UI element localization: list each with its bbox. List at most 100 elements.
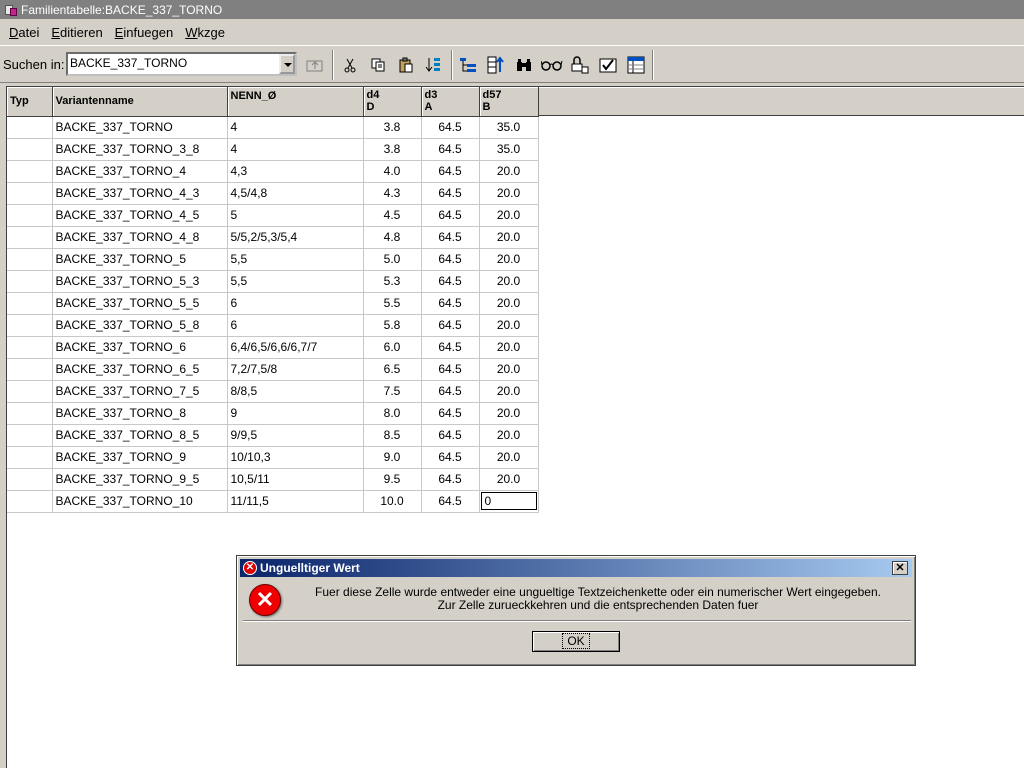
lock-icon[interactable] [568, 54, 592, 76]
cell-d4[interactable]: 6.5 [363, 358, 422, 381]
cell-d57[interactable]: 20.0 [479, 160, 539, 183]
cell-d57[interactable]: 20.0 [479, 468, 539, 491]
column-header-variantenname[interactable]: Variantenname [52, 87, 228, 117]
cell-d3[interactable]: 64.5 [421, 358, 480, 381]
cell-nenn[interactable]: 5/5,2/5,3/5,4 [227, 226, 364, 249]
cell-nenn[interactable]: 6 [227, 292, 364, 315]
ok-button[interactable]: OK [532, 631, 620, 652]
cell-d4[interactable]: 9.5 [363, 468, 422, 491]
cell-d4[interactable]: 9.0 [363, 446, 422, 469]
cell-d3[interactable]: 64.5 [421, 248, 480, 271]
cell-d3[interactable]: 64.5 [421, 402, 480, 425]
cell-editor-input[interactable]: 0 [480, 492, 537, 510]
cell-typ[interactable] [7, 138, 53, 161]
menu-einfuegen[interactable]: Einfuegen [109, 25, 180, 40]
cell-typ[interactable] [7, 292, 53, 315]
close-icon[interactable]: ✕ [892, 561, 908, 575]
cell-variantenname[interactable]: BACKE_337_TORNO_10 [52, 490, 228, 513]
cell-variantenname[interactable]: BACKE_337_TORNO_8 [52, 402, 228, 425]
cell-d4[interactable]: 4.0 [363, 160, 422, 183]
cell-d57[interactable]: 20.0 [479, 204, 539, 227]
binoculars-icon[interactable] [512, 54, 536, 76]
cell-typ[interactable] [7, 468, 53, 491]
cell-variantenname[interactable]: BACKE_337_TORNO_5 [52, 248, 228, 271]
cell-d3[interactable]: 64.5 [421, 182, 480, 205]
cell-d4[interactable]: 4.5 [363, 204, 422, 227]
cell-d3[interactable]: 64.5 [421, 446, 480, 469]
glasses-icon[interactable] [540, 54, 564, 76]
cell-nenn[interactable]: 4 [227, 138, 364, 161]
cell-typ[interactable] [7, 490, 53, 513]
cell-d3[interactable]: 64.5 [421, 380, 480, 403]
menu-wkzge[interactable]: Wkzge [179, 25, 231, 40]
cell-d4[interactable]: 4.3 [363, 182, 422, 205]
cell-variantenname[interactable]: BACKE_337_TORNO_4_3 [52, 182, 228, 205]
cell-d57[interactable]: 20.0 [479, 314, 539, 337]
cell-nenn[interactable]: 4 [227, 116, 364, 139]
cell-d4[interactable]: 3.8 [363, 138, 422, 161]
cell-d3[interactable]: 64.5 [421, 138, 480, 161]
cell-d57[interactable]: 35.0 [479, 116, 539, 139]
cell-d57[interactable]: 0 [479, 490, 539, 513]
cell-d3[interactable]: 64.5 [421, 314, 480, 337]
search-combobox[interactable]: BACKE_337_TORNO [66, 52, 297, 76]
cell-variantenname[interactable]: BACKE_337_TORNO_8_5 [52, 424, 228, 447]
menu-datei[interactable]: Datei [3, 25, 45, 40]
copy-icon[interactable] [366, 54, 390, 76]
cell-d4[interactable]: 8.0 [363, 402, 422, 425]
cell-typ[interactable] [7, 358, 53, 381]
cell-d4[interactable]: 5.8 [363, 314, 422, 337]
cell-nenn[interactable]: 5 [227, 204, 364, 227]
sort-icon[interactable] [484, 54, 508, 76]
cell-d4[interactable]: 5.5 [363, 292, 422, 315]
cell-variantenname[interactable]: BACKE_337_TORNO [52, 116, 228, 139]
cell-nenn[interactable]: 4,3 [227, 160, 364, 183]
fill-down-icon[interactable] [422, 54, 446, 76]
cell-typ[interactable] [7, 226, 53, 249]
cell-d57[interactable]: 20.0 [479, 380, 539, 403]
cell-nenn[interactable]: 6 [227, 314, 364, 337]
cell-d3[interactable]: 64.5 [421, 270, 480, 293]
cell-variantenname[interactable]: BACKE_337_TORNO_5_3 [52, 270, 228, 293]
cell-typ[interactable] [7, 270, 53, 293]
cell-variantenname[interactable]: BACKE_337_TORNO_5_5 [52, 292, 228, 315]
cell-nenn[interactable]: 11/11,5 [227, 490, 364, 513]
cell-nenn[interactable]: 9 [227, 402, 364, 425]
menu-editieren[interactable]: Editieren [45, 25, 108, 40]
cell-d4[interactable]: 5.3 [363, 270, 422, 293]
cell-variantenname[interactable]: BACKE_337_TORNO_4 [52, 160, 228, 183]
cell-nenn[interactable]: 5,5 [227, 248, 364, 271]
cell-nenn[interactable]: 6,4/6,5/6,6/6,7/7 [227, 336, 364, 359]
column-header-d4[interactable]: d4 D [363, 87, 422, 117]
cell-d3[interactable]: 64.5 [421, 490, 480, 513]
column-header-d57[interactable]: d57 B [479, 87, 539, 117]
cell-d3[interactable]: 64.5 [421, 116, 480, 139]
cell-typ[interactable] [7, 204, 53, 227]
cell-variantenname[interactable]: BACKE_337_TORNO_9_5 [52, 468, 228, 491]
cell-variantenname[interactable]: BACKE_337_TORNO_4_5 [52, 204, 228, 227]
cell-nenn[interactable]: 5,5 [227, 270, 364, 293]
cell-typ[interactable] [7, 402, 53, 425]
column-header-d3[interactable]: d3 A [421, 87, 480, 117]
cell-nenn[interactable]: 4,5/4,8 [227, 182, 364, 205]
cell-d4[interactable]: 10.0 [363, 490, 422, 513]
cell-d57[interactable]: 20.0 [479, 402, 539, 425]
cell-typ[interactable] [7, 446, 53, 469]
folder-up-icon[interactable] [303, 54, 327, 76]
cell-typ[interactable] [7, 380, 53, 403]
cell-typ[interactable] [7, 424, 53, 447]
cell-variantenname[interactable]: BACKE_337_TORNO_9 [52, 446, 228, 469]
cut-icon[interactable] [338, 54, 362, 76]
cell-typ[interactable] [7, 314, 53, 337]
cell-d3[interactable]: 64.5 [421, 204, 480, 227]
chevron-down-icon[interactable] [279, 54, 295, 74]
cell-nenn[interactable]: 10,5/11 [227, 468, 364, 491]
cell-variantenname[interactable]: BACKE_337_TORNO_3_8 [52, 138, 228, 161]
cell-d57[interactable]: 20.0 [479, 248, 539, 271]
cell-variantenname[interactable]: BACKE_337_TORNO_5_8 [52, 314, 228, 337]
paste-icon[interactable] [394, 54, 418, 76]
cell-d4[interactable]: 5.0 [363, 248, 422, 271]
verify-icon[interactable] [596, 54, 620, 76]
cell-nenn[interactable]: 8/8,5 [227, 380, 364, 403]
cell-d57[interactable]: 20.0 [479, 226, 539, 249]
